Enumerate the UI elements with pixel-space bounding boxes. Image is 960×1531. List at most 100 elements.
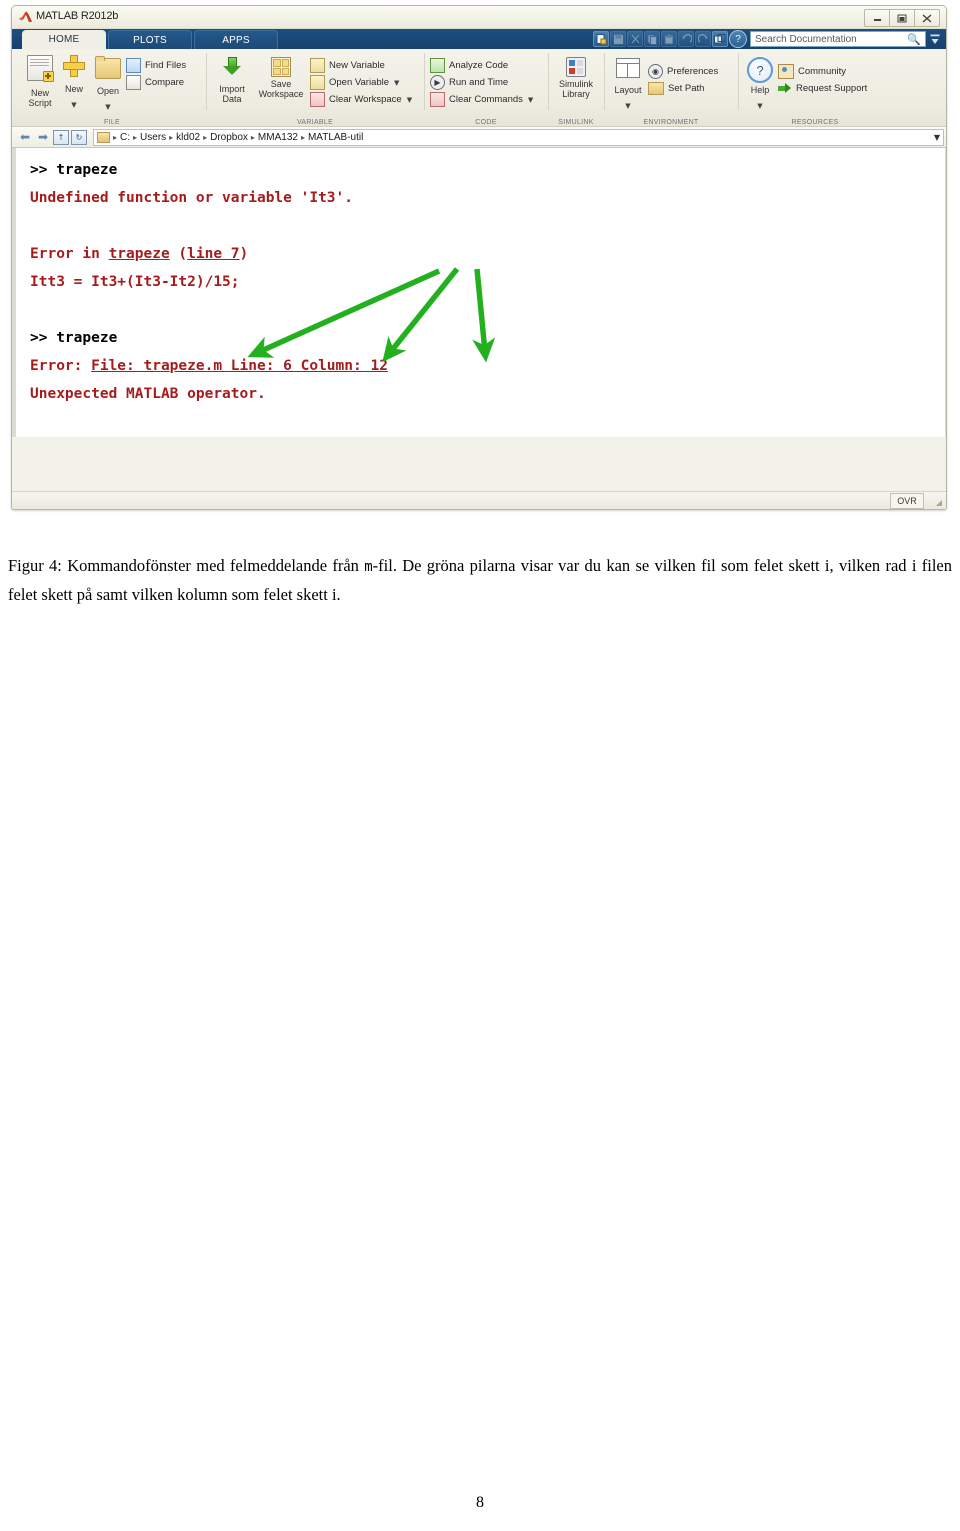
figure-caption: Figur 4: Kommandofönster med felmeddelan… [8,552,952,608]
error-link-file-location[interactable]: File: trapeze.m Line: 6 Column: 12 [91,358,388,374]
open-variable-button[interactable]: Open Variable ▼ [309,74,415,91]
chevron-down-icon[interactable]: ▼ [407,96,412,104]
breadcrumb-item-1[interactable]: Users [138,132,168,143]
status-bar: OVR ◢ [12,491,946,509]
error-link-line7[interactable]: line 7 [187,246,239,262]
set-path-button[interactable]: Set Path [647,80,721,97]
error-source-line: Itt3 = It3+(It3-It2)/15; [30,274,240,290]
help-button[interactable]: ? Help ▼ [743,53,777,113]
group-label-resources: RESOURCES [791,119,839,126]
breadcrumb[interactable]: ▸ C: ▸ Users ▸ kld02 ▸ Dropbox ▸ MMA132 … [93,128,944,146]
group-label-variable: VARIABLE [296,119,334,126]
save-workspace-button[interactable]: Save Workspace [253,53,309,99]
simulink-library-button[interactable]: Simulink Library [553,53,599,99]
clear-workspace-label: Clear Workspace [329,94,402,105]
ribbon-group-environment: Layout ▼ ◉ Preferences Set Path ENVIRONM… [604,49,738,127]
breadcrumb-item-4[interactable]: MMA132 [256,132,300,143]
window-title: MATLAB R2012b [36,10,119,22]
analyze-code-label: Analyze Code [449,60,509,71]
request-support-button[interactable]: Request Support [777,80,870,97]
simulink-label-2: Library [562,89,590,99]
chevron-down-icon[interactable]: ▼ [934,133,940,142]
restore-button[interactable] [889,9,915,27]
tab-plots[interactable]: PLOTS [108,30,192,50]
folder-icon [97,131,110,143]
redo-icon[interactable] [695,31,711,47]
find-files-label: Find Files [145,60,187,71]
compare-button[interactable]: Compare [125,74,189,91]
community-icon [778,64,794,79]
caption-prefix: Figur 4: Kommandofönster med felmeddelan… [8,556,365,575]
current-folder-address-bar: ⬅ ➡ ↑ ↻ ▸ C: ▸ Users ▸ kld02 ▸ Dropbox ▸… [12,127,946,148]
chevron-down-icon[interactable]: ▼ [394,79,399,87]
find-files-button[interactable]: Find Files [125,57,189,74]
ribbon-group-code: Analyze Code ▶ Run and Time Clear Comman… [424,49,548,127]
cut-icon[interactable] [627,31,643,47]
layout-button[interactable]: Layout ▼ [609,53,647,113]
tab-apps[interactable]: APPS [194,30,278,50]
chevron-down-icon[interactable]: ▼ [528,96,533,104]
chevron-down-icon[interactable]: ▼ [105,103,110,111]
magnifier-icon: 🔍 [907,33,921,46]
window-controls [864,9,940,27]
up-one-level-icon[interactable]: ↑ [53,129,69,145]
close-button[interactable] [914,9,940,27]
ribbon-group-variable: Import Data Save Workspace New Variable … [206,49,424,127]
command-line-prompt-2: >> trapeze [30,330,118,346]
group-label-environment: ENVIRONMENT [643,119,699,126]
run-and-time-button[interactable]: ▶ Run and Time [429,74,536,91]
chevron-down-icon[interactable]: ▼ [71,101,76,109]
new-script-icon [27,55,54,82]
breadcrumb-item-2[interactable]: kld02 [174,132,202,143]
open-variable-icon [310,75,325,90]
run-and-time-icon: ▶ [430,75,445,90]
new-variable-button[interactable]: New Variable [309,57,415,74]
forward-arrow-icon[interactable]: ➡ [35,130,51,145]
help-icon[interactable]: ? [729,30,747,48]
new-script-button[interactable]: New Script [23,53,57,108]
new-script-icon[interactable] [593,31,609,47]
undo-icon[interactable] [678,31,694,47]
save-icon[interactable] [610,31,626,47]
chevron-down-icon[interactable]: ▼ [757,102,762,110]
breadcrumb-item-5[interactable]: MATLAB-util [306,132,365,143]
set-path-icon [648,82,664,95]
breadcrumb-item-0[interactable]: C: [118,132,132,143]
chevron-down-icon[interactable]: ▼ [625,102,630,110]
switch-window-icon[interactable] [712,31,728,47]
analyze-code-button[interactable]: Analyze Code [429,57,536,74]
minimize-ribbon-icon[interactable] [928,31,942,47]
community-button[interactable]: Community [777,63,870,80]
error-link-trapeze[interactable]: trapeze [109,246,170,262]
command-window[interactable]: >> trapeze Undefined function or variable… [12,148,946,437]
resources-small-buttons: Community Request Support [777,53,870,97]
window-titlebar: MATLAB R2012b [12,6,946,29]
group-label-code: CODE [475,119,497,126]
clear-commands-button[interactable]: Clear Commands ▼ [429,91,536,108]
error-prefix: Error: [30,358,92,374]
help-icon: ? [747,57,773,83]
minimize-button[interactable] [864,9,890,27]
command-window-text: >> trapeze Undefined function or variable… [30,156,388,437]
ribbon-group-file: New Script New ▼ Open ▼ Find Files Compa… [18,49,206,127]
paste-icon[interactable] [661,31,677,47]
new-script-label-1: New [30,88,49,98]
preferences-button[interactable]: ◉ Preferences [647,63,721,80]
tab-home[interactable]: HOME [22,30,106,50]
resize-grip-icon[interactable]: ◢ [936,498,942,507]
overwrite-mode-indicator[interactable]: OVR [890,493,924,509]
refresh-icon[interactable]: ↻ [71,129,87,145]
new-button[interactable]: New ▼ [57,53,91,112]
search-documentation-field[interactable]: Search Documentation 🔍 [750,31,926,47]
copy-icon[interactable] [644,31,660,47]
group-label-file: FILE [104,119,120,126]
open-button[interactable]: Open ▼ [91,53,125,114]
breadcrumb-item-3[interactable]: Dropbox [208,132,250,143]
clear-workspace-button[interactable]: Clear Workspace ▼ [309,91,415,108]
import-data-button[interactable]: Import Data [211,53,253,104]
back-arrow-icon[interactable]: ⬅ [17,130,33,145]
clear-commands-icon [430,92,445,107]
